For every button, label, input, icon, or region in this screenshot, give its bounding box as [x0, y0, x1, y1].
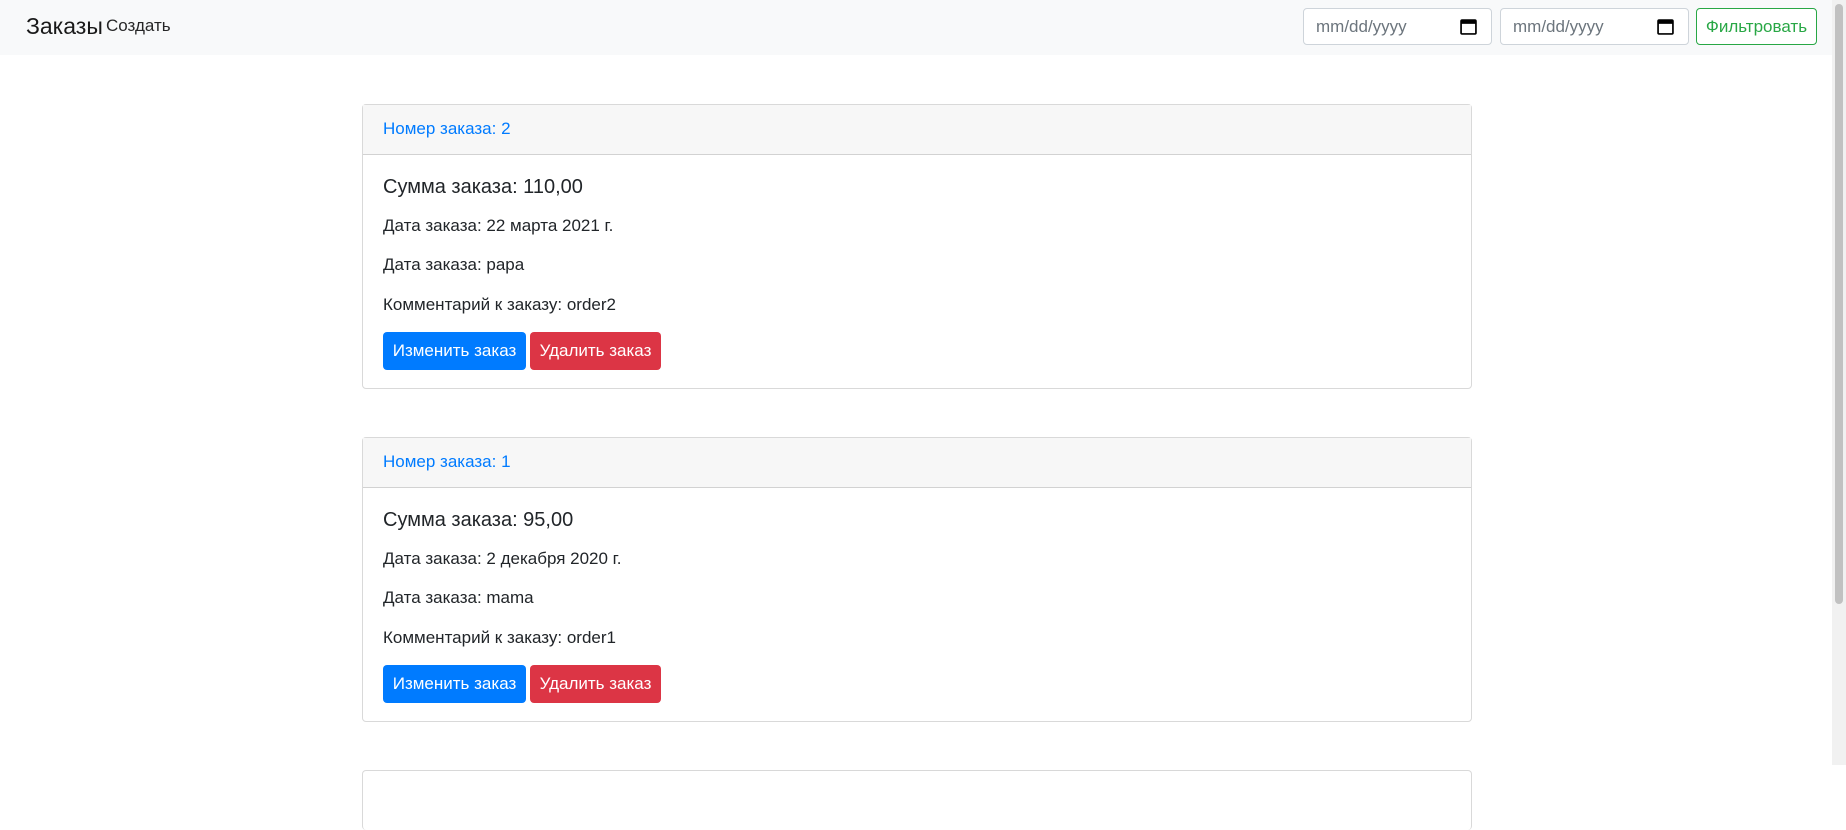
order-number[interactable]: Номер заказа: 1: [363, 438, 1471, 488]
delete-order-button[interactable]: Удалить заказ: [530, 332, 661, 370]
order-comment: Комментарий к заказу: order1: [383, 628, 616, 647]
calendar-icon[interactable]: [1460, 18, 1477, 35]
edit-order-button[interactable]: Изменить заказ: [383, 332, 526, 370]
order-date: Дата заказа: 22 марта 2021 г.: [383, 216, 614, 235]
date-from-placeholder: mm/dd/yyyy: [1316, 17, 1407, 36]
order-number[interactable]: Номер заказа: 2: [363, 105, 1471, 155]
create-order-link[interactable]: Создать: [106, 16, 171, 36]
order-sum: Сумма заказа: 95,00: [383, 509, 574, 531]
order-card: Номер заказа: 1 Сумма заказа: 95,00 Дата…: [362, 437, 1472, 722]
delete-order-button[interactable]: Удалить заказ: [530, 665, 661, 703]
order-date: Дата заказа: 2 декабря 2020 г.: [383, 549, 622, 568]
edit-order-button[interactable]: Изменить заказ: [383, 665, 526, 703]
order-comment: Комментарий к заказу: order2: [383, 295, 616, 314]
scrollbar-thumb[interactable]: [1835, 4, 1843, 604]
date-to-placeholder: mm/dd/yyyy: [1513, 17, 1604, 36]
date-to-input[interactable]: mm/dd/yyyy: [1500, 8, 1689, 45]
order-card: Номер заказа: 2 Сумма заказа: 110,00 Дат…: [362, 104, 1472, 389]
brand-link[interactable]: Заказы: [26, 13, 103, 40]
top-navbar: Заказы Создать mm/dd/yyyy mm/dd/yyyy Фил…: [0, 0, 1832, 55]
calendar-icon[interactable]: [1657, 18, 1674, 35]
date-from-input[interactable]: mm/dd/yyyy: [1303, 8, 1492, 45]
order-card-partial: [362, 770, 1472, 830]
order-customer: Дата заказа: papa: [383, 255, 525, 274]
filter-button[interactable]: Фильтровать: [1696, 8, 1817, 45]
order-sum: Сумма заказа: 110,00: [383, 176, 583, 198]
order-customer: Дата заказа: mama: [383, 588, 534, 607]
